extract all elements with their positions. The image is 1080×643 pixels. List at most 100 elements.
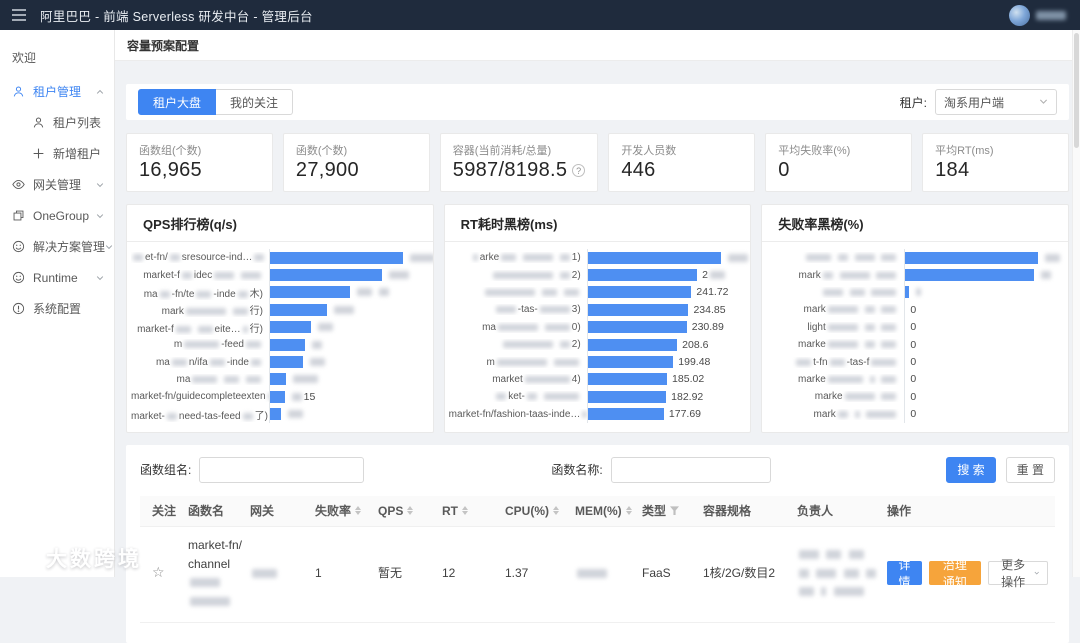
menu-toggle-icon[interactable] xyxy=(12,9,26,21)
sidebar-item-gateway-management[interactable]: 网关管理 xyxy=(0,169,114,200)
chart-value-label: 182.92 xyxy=(671,390,704,403)
sort-icon[interactable] xyxy=(553,506,559,516)
table-row: ☆ market-fn/channel 1 暂无 12 1.37 FaaS 1核/2G/数目… xyxy=(140,525,1055,624)
sidebar-item-welcome[interactable]: 欢迎 xyxy=(0,44,114,70)
chart-bar[interactable] xyxy=(905,251,1039,264)
stat-label: 容器(当前消耗/总量) xyxy=(452,145,552,157)
chart-bar[interactable] xyxy=(587,390,667,403)
column-header-5[interactable]: RT xyxy=(442,504,505,518)
chart-value-label: 234.85 xyxy=(693,303,726,316)
table-cell-2 xyxy=(250,564,315,583)
chart-bar-row: market-f eite… 行) xyxy=(131,318,425,336)
action-more-button[interactable]: 更多操作 xyxy=(987,558,1048,589)
chart-category-label: market-need-tas-feed 了) xyxy=(131,410,268,422)
chart-bar[interactable] xyxy=(270,269,382,282)
chart-bar-row: mark 0 xyxy=(766,405,1060,423)
column-header-3[interactable]: 失败率 xyxy=(315,502,378,519)
tab-tenant-dashboard[interactable]: 租户大盘 xyxy=(138,89,217,115)
chart-bar[interactable] xyxy=(587,286,692,299)
redacted-text xyxy=(829,358,845,366)
chart-bar[interactable] xyxy=(587,356,674,369)
chart-bar[interactable] xyxy=(270,321,312,334)
sidebar-item-onegroup[interactable]: OneGroup xyxy=(0,200,114,231)
chart-bar[interactable] xyxy=(270,390,285,403)
redacted-text xyxy=(864,306,875,314)
scrollbar-thumb[interactable] xyxy=(1074,33,1079,148)
chart-bar[interactable] xyxy=(587,373,668,386)
chevron-down-icon xyxy=(105,243,113,251)
stat-value: 16,965 xyxy=(139,159,202,181)
sidebar-item-system-config[interactable]: 系统配置 xyxy=(0,293,114,324)
column-header-11[interactable]: 操作 xyxy=(887,502,1055,519)
column-header-7[interactable]: MEM(%) xyxy=(575,504,642,518)
redacted-text xyxy=(287,410,303,419)
sidebar-item-tenant-list[interactable]: 租户列表 xyxy=(0,107,114,138)
sidebar-item-tenant-add[interactable]: 新增租户 xyxy=(0,138,114,169)
sidebar-item-runtime[interactable]: Runtime xyxy=(0,262,114,293)
chart-category-label: market-f idec xyxy=(131,270,269,281)
chart-bar-row: ma xyxy=(131,370,425,389)
redacted-text xyxy=(196,290,212,298)
column-header-10[interactable]: 负责人 xyxy=(797,502,887,519)
column-header-6[interactable]: CPU(%) xyxy=(505,504,575,518)
chart-category-label: -tas- 3) xyxy=(449,304,587,315)
sidebar-item-solution-management[interactable]: 解决方案管理 xyxy=(0,231,114,262)
redacted-text xyxy=(485,288,536,296)
chart-bar[interactable] xyxy=(270,338,305,351)
chart-bar[interactable] xyxy=(587,321,687,334)
chart-bar[interactable] xyxy=(270,408,281,421)
chart-bar-row: arke 1) xyxy=(449,249,748,267)
scrollbar[interactable] xyxy=(1072,30,1080,577)
column-header-2[interactable]: 网关 xyxy=(250,502,315,519)
column-header-1[interactable]: 函数名 xyxy=(188,502,250,519)
chart-bar[interactable] xyxy=(270,373,286,386)
stat-label: 函数(个数) xyxy=(295,145,348,157)
stat-label: 开发人员数 xyxy=(621,145,677,157)
sort-icon[interactable] xyxy=(407,506,414,516)
chart-category-label: ma 0) xyxy=(482,321,581,333)
chart-value-label: 0 xyxy=(910,408,917,421)
redacted-text xyxy=(1041,271,1052,280)
func-name-input[interactable] xyxy=(610,456,771,483)
redacted-text xyxy=(251,358,261,366)
chart-bar[interactable] xyxy=(905,286,910,299)
star-icon[interactable]: ☆ xyxy=(152,564,165,580)
action-detail-button[interactable]: 详情 xyxy=(887,558,922,589)
redacted-text xyxy=(816,568,837,578)
chart-bar[interactable] xyxy=(587,338,678,351)
user-menu[interactable] xyxy=(1009,4,1068,26)
tab-my-follows[interactable]: 我的关注 xyxy=(216,89,294,115)
filter-icon[interactable] xyxy=(670,506,680,516)
chart-bar[interactable] xyxy=(270,356,304,369)
chart-bar[interactable] xyxy=(587,269,698,282)
column-header-0[interactable]: 关注 xyxy=(140,502,188,519)
question-circle-icon[interactable]: ? xyxy=(572,164,586,177)
sidebar-item-tenant-management[interactable]: 租户管理 xyxy=(0,76,114,107)
chart-bar[interactable] xyxy=(270,303,328,316)
chart-bar[interactable] xyxy=(905,269,1035,282)
avatar[interactable] xyxy=(1009,4,1030,26)
sort-icon[interactable] xyxy=(462,506,468,516)
sort-icon[interactable] xyxy=(355,506,362,516)
reset-button[interactable]: 重 置 xyxy=(1005,456,1055,483)
chart-bar[interactable] xyxy=(270,286,350,299)
func-group-input[interactable] xyxy=(199,456,365,483)
chart-bar[interactable] xyxy=(587,303,689,316)
stat-card-5: 平均RT(ms) 184 xyxy=(922,133,1069,192)
content-area: 租户大盘 我的关注 租户: 淘系用户端 函数组(个数) 16,965 函数(个数) 27… xyxy=(115,61,1080,643)
redacted-text xyxy=(496,358,547,366)
chart-category-label: m xyxy=(449,357,587,368)
stat-value: 446 xyxy=(621,159,656,181)
chart-bar[interactable] xyxy=(587,251,721,264)
chart-bar[interactable] xyxy=(587,408,664,421)
sort-icon[interactable] xyxy=(625,506,632,516)
redacted-text xyxy=(472,254,478,262)
column-header-4[interactable]: QPS xyxy=(378,504,442,518)
eye-icon xyxy=(12,178,25,191)
search-button[interactable]: 搜 索 xyxy=(946,456,996,483)
tenant-select[interactable]: 淘系用户端 xyxy=(935,89,1057,115)
chart-bar[interactable] xyxy=(270,251,404,264)
column-header-8[interactable]: 类型 xyxy=(642,502,703,519)
action-notify-button[interactable]: 治理通知 xyxy=(928,558,981,589)
column-header-9[interactable]: 容器规格 xyxy=(703,502,797,519)
